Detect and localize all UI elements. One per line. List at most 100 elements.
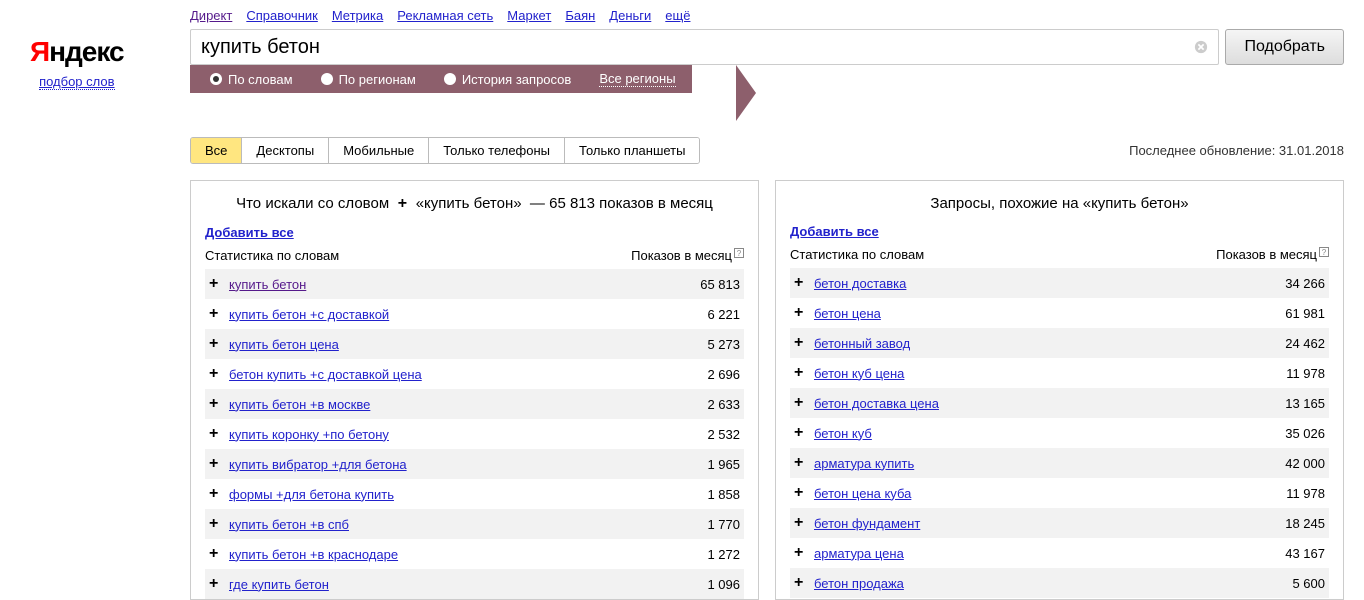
filter-radio[interactable]: История запросов — [444, 72, 572, 87]
keyword-link[interactable]: бетон продажа — [814, 576, 904, 591]
impressions-value: 2 532 — [707, 427, 740, 442]
add-icon[interactable]: + — [209, 575, 229, 593]
add-icon[interactable]: + — [794, 544, 814, 562]
clear-icon[interactable] — [1193, 39, 1209, 55]
right-panel: Запросы, похожие на «купить бетон» Добав… — [775, 180, 1344, 600]
add-icon[interactable]: + — [209, 425, 229, 443]
stat-col-words: Статистика по словам — [790, 247, 924, 262]
impressions-value: 43 167 — [1285, 546, 1325, 561]
add-icon[interactable]: + — [209, 335, 229, 353]
add-icon[interactable]: + — [209, 275, 229, 293]
keyword-link[interactable]: бетон купить +с доставкой цена — [229, 367, 422, 382]
keyword-row: +купить бетон +в москве2 633 — [205, 389, 744, 419]
add-icon[interactable]: + — [794, 394, 814, 412]
header-link[interactable]: Директ — [190, 8, 232, 23]
radio-label: История запросов — [462, 72, 572, 87]
keyword-row: +бетон куб 35 026 — [790, 418, 1329, 448]
header-link[interactable]: Маркет — [507, 8, 551, 23]
keyword-link[interactable]: бетон фундамент — [814, 516, 920, 531]
impressions-value: 1 096 — [707, 577, 740, 592]
keyword-link[interactable]: бетон цена куба — [814, 486, 911, 501]
header-link[interactable]: Метрика — [332, 8, 383, 23]
filter-radio[interactable]: По регионам — [321, 72, 416, 87]
header-link[interactable]: Баян — [565, 8, 595, 23]
keyword-row: +формы +для бетона купить1 858 — [205, 479, 744, 509]
all-regions-link[interactable]: Все регионы — [599, 71, 675, 87]
keyword-link[interactable]: купить бетон — [229, 277, 306, 292]
add-all-right[interactable]: Добавить все — [790, 224, 879, 239]
logo-subtitle-link[interactable]: подбор слов — [39, 74, 114, 90]
radio-icon — [321, 73, 333, 85]
submit-button[interactable]: Подобрать — [1225, 29, 1344, 65]
add-icon[interactable]: + — [794, 424, 814, 442]
add-icon[interactable]: + — [794, 514, 814, 532]
keyword-link[interactable]: купить бетон +в краснодаре — [229, 547, 398, 562]
impressions-value: 35 026 — [1285, 426, 1325, 441]
search-input[interactable] — [190, 29, 1219, 65]
keyword-link[interactable]: формы +для бетона купить — [229, 487, 394, 502]
header-link[interactable]: Рекламная сеть — [397, 8, 493, 23]
add-icon[interactable]: + — [209, 455, 229, 473]
keyword-row: +арматура цена 43 167 — [790, 538, 1329, 568]
impressions-value: 24 462 — [1285, 336, 1325, 351]
radio-icon — [444, 73, 456, 85]
impressions-value: 13 165 — [1285, 396, 1325, 411]
add-icon[interactable]: + — [209, 305, 229, 323]
keyword-row: +купить бетон цена5 273 — [205, 329, 744, 359]
header-link[interactable]: ещё — [665, 8, 690, 23]
add-icon[interactable]: + — [209, 515, 229, 533]
add-icon[interactable]: + — [794, 454, 814, 472]
logo-letter-y: Я — [30, 36, 49, 67]
keyword-link[interactable]: купить коронку +по бетону — [229, 427, 389, 442]
right-panel-title: Запросы, похожие на «купить бетон» — [790, 195, 1329, 224]
add-icon[interactable]: + — [794, 574, 814, 592]
device-tab[interactable]: Мобильные — [329, 138, 429, 163]
keyword-link[interactable]: бетон доставка цена — [814, 396, 939, 411]
add-icon[interactable]: + — [209, 545, 229, 563]
header-link[interactable]: Справочник — [246, 8, 318, 23]
add-icon[interactable]: + — [794, 304, 814, 322]
left-panel: Что искали со словом + «купить бетон» — … — [190, 180, 759, 600]
impressions-value: 1 770 — [707, 517, 740, 532]
keyword-link[interactable]: где купить бетон — [229, 577, 329, 592]
help-icon[interactable]: ? — [1319, 247, 1329, 257]
header-link[interactable]: Деньги — [609, 8, 651, 23]
keyword-link[interactable]: бетонный завод — [814, 336, 910, 351]
keyword-link[interactable]: бетон куб цена — [814, 366, 904, 381]
add-icon[interactable]: + — [794, 364, 814, 382]
impressions-value: 5 600 — [1292, 576, 1325, 591]
keyword-link[interactable]: купить вибратор +для бетона — [229, 457, 407, 472]
keyword-link[interactable]: купить бетон цена — [229, 337, 339, 352]
keyword-link[interactable]: купить бетон +в спб — [229, 517, 349, 532]
filter-bar: По словам По регионам История запросов Все… — [190, 65, 692, 93]
keyword-link[interactable]: арматура цена — [814, 546, 904, 561]
device-tab[interactable]: Только телефоны — [429, 138, 565, 163]
add-icon[interactable]: + — [794, 274, 814, 292]
keyword-row: +бетонный завод 24 462 — [790, 328, 1329, 358]
impressions-value: 34 266 — [1285, 276, 1325, 291]
filter-radio[interactable]: По словам — [210, 72, 293, 87]
add-icon[interactable]: + — [209, 365, 229, 383]
keyword-link[interactable]: арматура купить — [814, 456, 914, 471]
keyword-row: +бетон продажа 5 600 — [790, 568, 1329, 598]
add-icon[interactable]: + — [794, 334, 814, 352]
keyword-link[interactable]: купить бетон +с доставкой — [229, 307, 389, 322]
keyword-row: +купить коронку +по бетону 2 532 — [205, 419, 744, 449]
keyword-link[interactable]: бетон куб — [814, 426, 872, 441]
keyword-row: +купить вибратор +для бетона1 965 — [205, 449, 744, 479]
device-tab[interactable]: Десктопы — [242, 138, 329, 163]
keyword-link[interactable]: бетон доставка — [814, 276, 906, 291]
keyword-link[interactable]: бетон цена — [814, 306, 881, 321]
impressions-value: 65 813 — [700, 277, 740, 292]
add-all-left[interactable]: Добавить все — [205, 225, 294, 240]
add-icon[interactable]: + — [209, 395, 229, 413]
keyword-link[interactable]: купить бетон +в москве — [229, 397, 370, 412]
add-icon[interactable]: + — [209, 485, 229, 503]
keyword-row: +бетон цена61 981 — [790, 298, 1329, 328]
device-tab[interactable]: Все — [191, 138, 242, 163]
last-update-label: Последнее обновление: 31.01.2018 — [1129, 143, 1344, 158]
help-icon[interactable]: ? — [734, 248, 744, 258]
impressions-value: 42 000 — [1285, 456, 1325, 471]
device-tab[interactable]: Только планшеты — [565, 138, 699, 163]
add-icon[interactable]: + — [794, 484, 814, 502]
